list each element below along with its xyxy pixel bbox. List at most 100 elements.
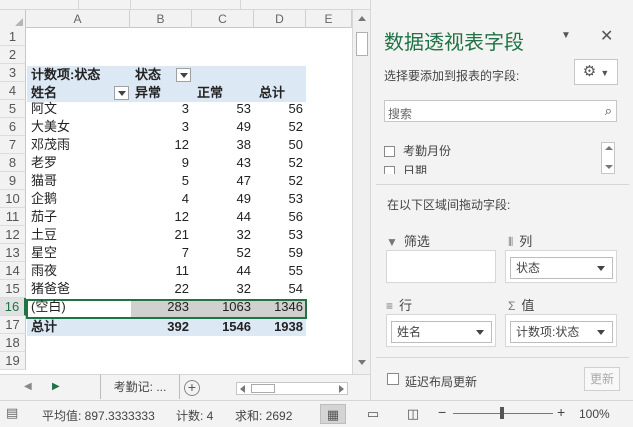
pivot-row-name[interactable]: 邓茂雨	[31, 136, 130, 154]
scroll-thumb[interactable]	[356, 32, 368, 56]
scroll-left-icon[interactable]	[240, 385, 245, 393]
field-item[interactable]: 考勤月份	[384, 142, 451, 160]
update-button[interactable]: 更新	[584, 367, 620, 391]
column-header-a[interactable]: A	[26, 10, 130, 28]
row-header[interactable]: 17	[0, 316, 26, 334]
pivot-value-normal[interactable]: 49	[192, 118, 254, 136]
pivot-value-abnormal[interactable]: 12	[130, 136, 192, 154]
pane-options-chevron-icon[interactable]: ▼	[561, 30, 571, 41]
pivot-value-normal[interactable]: 43	[192, 154, 254, 172]
field-checkbox[interactable]	[384, 166, 395, 174]
field-checkbox[interactable]	[384, 146, 395, 157]
pivot-value-abnormal[interactable]: 4	[130, 190, 192, 208]
column-filter-dropdown[interactable]	[176, 68, 191, 82]
pivot-value-normal[interactable]: 44	[192, 262, 254, 280]
pivot-row-name[interactable]: 企鹅	[31, 190, 130, 208]
normal-view-icon[interactable]: ▦	[320, 404, 346, 424]
gear-icon[interactable]: ⚙ ▼	[574, 59, 618, 85]
pivot-value-abnormal[interactable]: 283	[130, 298, 192, 316]
next-sheet-icon[interactable]: ▶	[52, 381, 60, 392]
pivot-value-normal[interactable]: 1063	[192, 298, 254, 316]
pivot-row-name[interactable]: 猪爸爸	[31, 280, 130, 298]
pivot-value-total[interactable]: 54	[254, 280, 306, 298]
pivot-value-normal[interactable]: 47	[192, 172, 254, 190]
pivot-row-name[interactable]: 阿文	[31, 100, 130, 118]
pivot-value-abnormal[interactable]: 3	[130, 118, 192, 136]
vertical-scrollbar[interactable]	[352, 10, 370, 374]
add-sheet-icon[interactable]: +	[184, 380, 200, 396]
pivot-value-abnormal[interactable]: 21	[130, 226, 192, 244]
pivot-value-total[interactable]: 56	[254, 100, 306, 118]
row-header[interactable]: 12	[0, 226, 26, 244]
row-header[interactable]: 16	[0, 298, 26, 316]
pivot-value-abnormal[interactable]: 12	[130, 208, 192, 226]
scroll-right-icon[interactable]	[339, 385, 344, 393]
pivot-value-normal[interactable]: 53	[192, 100, 254, 118]
pivot-value-total[interactable]: 53	[254, 190, 306, 208]
row-header[interactable]: 13	[0, 244, 26, 262]
column-header-d[interactable]: D	[254, 10, 306, 28]
macro-record-icon[interactable]: ▤	[6, 405, 18, 421]
row-header[interactable]: 19	[0, 352, 26, 370]
row-header[interactable]: 14	[0, 262, 26, 280]
field-list-up-icon[interactable]	[605, 146, 613, 150]
pivot-value-normal[interactable]: 44	[192, 208, 254, 226]
row-header[interactable]: 11	[0, 208, 26, 226]
pivot-value-total[interactable]: 59	[254, 244, 306, 262]
rows-drop-zone[interactable]: 姓名	[386, 314, 496, 347]
select-all-corner[interactable]	[0, 10, 26, 28]
pivot-value-total[interactable]: 56	[254, 208, 306, 226]
pivot-row-name[interactable]: (空白)	[31, 298, 130, 316]
worksheet-grid[interactable]: A B C D E 1 2 3 4 5 6 7 8 9 10 11 12 13 14 15 16 17 18 19 …	[0, 10, 352, 374]
pivot-row-name[interactable]: 猫哥	[31, 172, 130, 190]
row-header[interactable]: 5	[0, 100, 26, 118]
zoom-in-icon[interactable]: +	[557, 404, 565, 420]
pivot-value-normal[interactable]: 32	[192, 226, 254, 244]
pivot-row-name[interactable]: 茄子	[31, 208, 130, 226]
page-break-view-icon[interactable]: ◫	[400, 404, 426, 424]
row-header[interactable]: 4	[0, 82, 26, 100]
pivot-row-name[interactable]: 雨夜	[31, 262, 130, 280]
zoom-out-icon[interactable]: −	[438, 404, 446, 420]
pivot-row-name[interactable]: 老罗	[31, 154, 130, 172]
pivot-value-normal[interactable]: 32	[192, 280, 254, 298]
pivot-value-normal[interactable]: 49	[192, 190, 254, 208]
pivot-value-abnormal[interactable]: 11	[130, 262, 192, 280]
pivot-value-total[interactable]: 55	[254, 262, 306, 280]
columns-drop-zone[interactable]: 状态	[505, 250, 617, 283]
scroll-down-icon[interactable]	[358, 360, 366, 365]
pivot-row-name[interactable]: 土豆	[31, 226, 130, 244]
row-header[interactable]: 9	[0, 172, 26, 190]
pivot-value-total[interactable]: 52	[254, 118, 306, 136]
field-item[interactable]: 日期	[384, 162, 427, 174]
row-header[interactable]: 1	[0, 28, 26, 46]
page-layout-view-icon[interactable]: ▭	[360, 404, 386, 424]
pivot-value-abnormal[interactable]: 22	[130, 280, 192, 298]
pivot-value-normal[interactable]: 52	[192, 244, 254, 262]
field-search-input[interactable]: 搜索 ⌕	[384, 100, 617, 122]
pivot-value-normal[interactable]: 38	[192, 136, 254, 154]
hscroll-thumb[interactable]	[251, 384, 275, 393]
horizontal-scrollbar[interactable]	[236, 382, 348, 395]
pivot-value-abnormal[interactable]: 7	[130, 244, 192, 262]
pivot-row-name[interactable]: 星空	[31, 244, 130, 262]
pivot-value-total[interactable]: 1346	[254, 298, 306, 316]
scroll-up-icon[interactable]	[358, 16, 366, 21]
pivot-value-abnormal[interactable]: 5	[130, 172, 192, 190]
close-icon[interactable]: ✕	[600, 26, 613, 46]
pivot-value-abnormal[interactable]: 9	[130, 154, 192, 172]
values-drop-zone[interactable]: 计数项:状态	[505, 314, 617, 347]
row-header[interactable]: 10	[0, 190, 26, 208]
pivot-value-abnormal[interactable]: 3	[130, 100, 192, 118]
row-header[interactable]: 15	[0, 280, 26, 298]
field-list-down-icon[interactable]	[605, 165, 613, 169]
prev-sheet-icon[interactable]: ◀	[24, 381, 32, 392]
pivot-row-name[interactable]: 大美女	[31, 118, 130, 136]
values-field-pill[interactable]: 计数项:状态	[510, 321, 613, 343]
column-header-b[interactable]: B	[130, 10, 192, 28]
row-header[interactable]: 3	[0, 64, 26, 82]
pivot-value-total[interactable]: 52	[254, 154, 306, 172]
sheet-tab-attendance[interactable]: 考勤记: ...	[100, 375, 180, 399]
column-header-c[interactable]: C	[192, 10, 254, 28]
defer-update-checkbox[interactable]	[387, 373, 399, 385]
